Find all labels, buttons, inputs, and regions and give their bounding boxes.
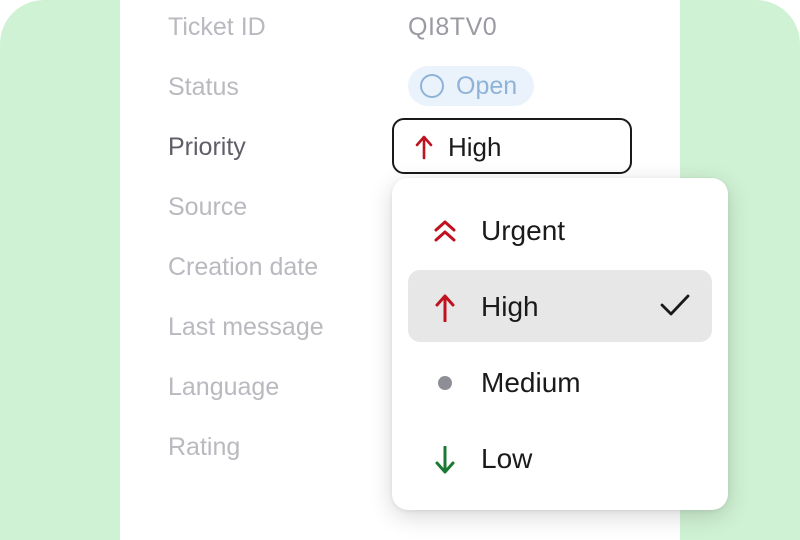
arrow-up-icon (414, 134, 434, 165)
language-label: Language (168, 373, 280, 401)
option-label: Low (481, 443, 533, 474)
dot-icon (432, 370, 456, 394)
priority-label: Priority (168, 133, 246, 161)
double-chevron-up-icon (432, 218, 456, 242)
status-value: Open (456, 72, 518, 100)
priority-dropdown-menu: Urgent High Medium Low (392, 178, 728, 510)
rating-label: Rating (168, 433, 241, 461)
priority-option-medium[interactable]: Medium (408, 346, 712, 418)
source-label: Source (168, 193, 248, 221)
last-message-label: Last message (168, 313, 324, 341)
ticket-id-value: QI8TV0 (408, 13, 498, 41)
priority-option-high[interactable]: High (408, 270, 712, 342)
arrow-up-icon (432, 294, 456, 323)
checkmark-icon (660, 292, 690, 323)
option-label: Medium (481, 367, 581, 398)
priority-option-urgent[interactable]: Urgent (408, 194, 712, 266)
priority-option-low[interactable]: Low (408, 422, 712, 494)
priority-select[interactable]: High (392, 118, 632, 174)
open-status-icon (420, 74, 444, 98)
status-badge[interactable]: Open (408, 66, 534, 106)
arrow-down-icon (432, 445, 456, 474)
creation-date-label: Creation date (168, 253, 319, 281)
priority-value: High (448, 132, 502, 162)
ticket-id-label: Ticket ID (168, 13, 266, 41)
status-label: Status (168, 73, 239, 101)
option-label: Urgent (481, 215, 566, 246)
option-label: High (481, 291, 539, 322)
